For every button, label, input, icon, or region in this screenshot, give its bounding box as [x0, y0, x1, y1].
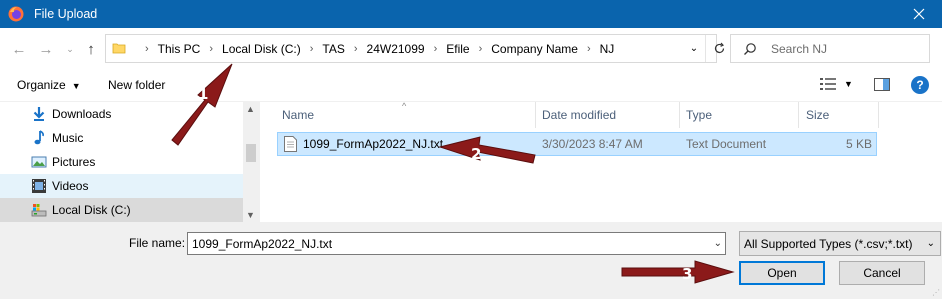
file-type-select[interactable]: All Supported Types (*.csv;*.txt) ⌄	[739, 231, 941, 256]
breadcrumb-item[interactable]: 24W21099	[367, 42, 425, 56]
nav-item-label: Local Disk (C:)	[52, 203, 131, 217]
help-icon[interactable]: ?	[911, 76, 929, 94]
file-name-value: 1099_FormAp2022_NJ.txt	[192, 237, 333, 251]
column-divider[interactable]	[878, 102, 879, 128]
preview-pane-button[interactable]	[874, 78, 890, 94]
caret-down-icon: ▼	[71, 81, 81, 91]
nav-item-music[interactable]: Music	[0, 126, 243, 150]
new-folder-button[interactable]: New folder	[108, 78, 165, 92]
file-row[interactable]: 1099_FormAp2022_NJ.txt 3/30/2023 8:47 AM…	[277, 132, 877, 156]
organize-label: Organize	[17, 78, 66, 92]
file-type-value: All Supported Types (*.csv;*.txt)	[744, 237, 913, 251]
chevron-down-icon: ⌄	[926, 238, 935, 249]
text-file-icon	[284, 136, 297, 152]
nav-item-downloads[interactable]: Downloads	[0, 102, 243, 126]
videos-icon	[32, 179, 46, 193]
preview-pane-icon	[874, 78, 890, 91]
local-disk-icon	[31, 204, 47, 217]
refresh-icon	[714, 42, 725, 54]
breadcrumb: › This PC › Local Disk (C:) › TAS › 24W2…	[136, 35, 614, 62]
open-button[interactable]: Open	[739, 261, 825, 285]
search-placeholder: Search NJ	[771, 42, 828, 56]
breadcrumb-item[interactable]: TAS	[322, 42, 344, 56]
nav-scrollbar[interactable]: ▲ ▼	[243, 102, 259, 222]
scroll-down-icon[interactable]: ▼	[246, 210, 255, 220]
forward-arrow-icon: →	[38, 40, 54, 58]
music-note-icon	[34, 130, 44, 145]
file-name: 1099_FormAp2022_NJ.txt	[303, 137, 444, 151]
column-header-type[interactable]: Type	[686, 102, 712, 128]
caret-down-icon: ▼	[844, 79, 853, 89]
nav-item-label: Music	[52, 131, 84, 145]
cancel-button[interactable]: Cancel	[839, 261, 925, 285]
download-arrow-icon	[33, 107, 45, 121]
close-icon	[913, 8, 925, 20]
pictures-icon	[31, 156, 47, 168]
chevron-right-icon: ›	[309, 42, 314, 55]
firefox-icon	[8, 6, 24, 22]
column-divider[interactable]	[679, 102, 680, 128]
sort-ascending-icon: ^	[402, 101, 407, 111]
breadcrumb-item[interactable]: Efile	[446, 42, 469, 56]
scroll-up-icon[interactable]: ▲	[246, 104, 255, 114]
file-list: ^ Name Date modified Type Size 1099_Form…	[260, 101, 942, 222]
column-header-date-modified[interactable]: Date modified	[542, 102, 616, 128]
address-row: ← → ⌄ ↑ › This PC › Local Disk (C:) › TA…	[0, 28, 942, 68]
nav-item-videos[interactable]: Videos	[0, 174, 243, 198]
change-view-button[interactable]: ▼	[820, 78, 853, 90]
column-divider[interactable]	[535, 102, 536, 128]
chevron-right-icon: ›	[478, 42, 483, 55]
scrollbar-thumb[interactable]	[246, 144, 256, 162]
dialog-footer: File name: 1099_FormAp2022_NJ.txt ⌄ All …	[0, 222, 942, 299]
refresh-button[interactable]	[705, 35, 733, 62]
chevron-right-icon: ›	[586, 42, 591, 55]
chevron-right-icon: ›	[433, 42, 438, 55]
breadcrumb-item[interactable]: This PC	[158, 42, 201, 56]
nav-item-pictures[interactable]: Pictures	[0, 150, 243, 174]
up-button[interactable]: ↑	[82, 40, 100, 58]
back-arrow-icon: ←	[11, 40, 27, 58]
details-view-icon	[820, 78, 836, 90]
title-bar: File Upload	[0, 0, 942, 28]
chevron-right-icon: ›	[209, 42, 214, 55]
nav-item-label: Pictures	[52, 155, 96, 169]
nav-item-label: Downloads	[52, 107, 112, 121]
chevron-down-icon: ⌄	[66, 43, 74, 54]
file-type: Text Document	[686, 137, 767, 151]
resize-grip-icon[interactable]: ⋰	[932, 288, 940, 297]
close-button[interactable]	[896, 0, 942, 28]
back-button[interactable]: ←	[10, 40, 28, 58]
nav-item-local-disk[interactable]: Local Disk (C:)	[0, 198, 243, 222]
organize-button[interactable]: Organize ▼	[17, 78, 81, 92]
command-bar: Organize ▼ New folder ▼ ?	[0, 68, 942, 102]
file-name-label: File name:	[129, 236, 186, 250]
file-date: 3/30/2023 8:47 AM	[542, 137, 643, 151]
recent-locations-button[interactable]: ⌄	[61, 40, 79, 58]
window-title: File Upload	[34, 7, 98, 21]
address-history-button[interactable]: ⌄	[683, 35, 705, 62]
column-header-size[interactable]: Size	[806, 102, 829, 128]
chevron-right-icon: ›	[145, 42, 149, 55]
breadcrumb-item[interactable]: Local Disk (C:)	[222, 42, 301, 56]
folder-icon	[112, 43, 126, 54]
column-divider[interactable]	[798, 102, 799, 128]
chevron-right-icon: ›	[353, 42, 358, 55]
file-name-input[interactable]: 1099_FormAp2022_NJ.txt ⌄	[187, 232, 726, 255]
forward-button[interactable]: →	[37, 40, 55, 58]
chevron-down-icon[interactable]: ⌄	[714, 238, 722, 249]
breadcrumb-item[interactable]: NJ	[600, 42, 615, 56]
file-size: 5 KB	[845, 137, 872, 151]
chevron-down-icon: ⌄	[689, 43, 699, 54]
column-header-name[interactable]: Name	[282, 102, 314, 128]
breadcrumb-item[interactable]: Company Name	[491, 42, 578, 56]
navigation-pane: Downloads Music Pictures Videos Local Di…	[0, 102, 243, 222]
search-icon	[744, 43, 756, 55]
search-input[interactable]: Search NJ	[730, 34, 930, 63]
address-bar[interactable]: › This PC › Local Disk (C:) › TAS › 24W2…	[105, 34, 725, 63]
nav-item-label: Videos	[52, 179, 89, 193]
up-arrow-icon: ↑	[87, 40, 95, 58]
